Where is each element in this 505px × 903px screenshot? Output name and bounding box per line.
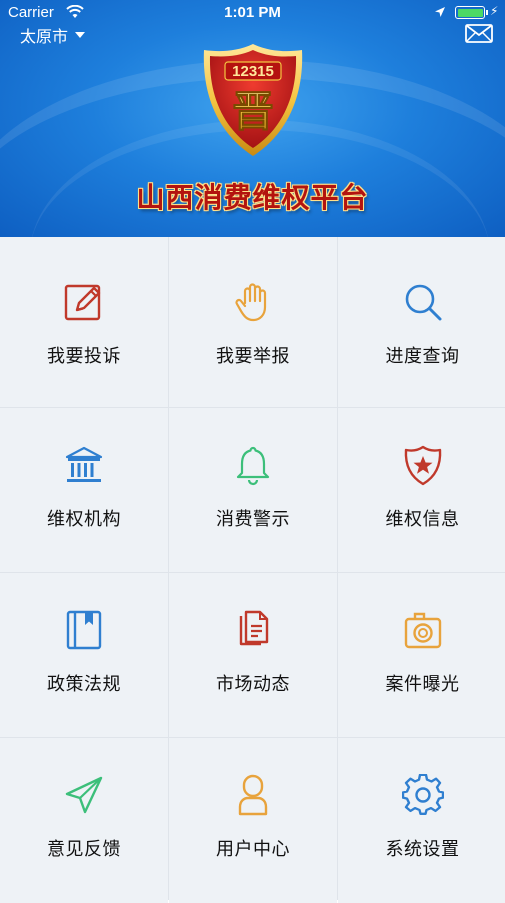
menu-item-system-settings[interactable]: 系统设置 (338, 738, 505, 903)
mail-envelope-icon[interactable] (465, 24, 493, 43)
menu-item-label: 我要举报 (216, 346, 290, 367)
menu-grid: 我要投诉 我要举报 进度查询 维权机构 消费警示 维权信息 政策法规 市场动态 … (0, 237, 505, 903)
battery-icon (455, 6, 485, 19)
charging-bolt-icon: ⚡ (490, 4, 499, 18)
emblem-number: 12315 (232, 63, 274, 80)
raised-hand-icon (232, 281, 274, 323)
menu-item-label: 维权机构 (47, 509, 121, 530)
platform-title: 山西消费维权平台 (136, 181, 369, 214)
menu-item-label: 我要投诉 (47, 346, 121, 367)
menu-item-market-news[interactable]: 市场动态 (169, 573, 337, 737)
emblem-char: 晋 (232, 87, 274, 136)
clock-time: 1:01 PM (224, 4, 281, 21)
star-shield-icon (402, 444, 444, 486)
city-selector[interactable]: 太原市 (20, 23, 86, 47)
menu-item-label: 维权信息 (385, 509, 460, 530)
menu-item-label: 政策法规 (47, 674, 121, 695)
menu-item-label: 消费警示 (216, 509, 290, 530)
emblem-shield-logo: 12315 晋 (203, 44, 303, 156)
menu-item-rights-info[interactable]: 维权信息 (338, 408, 505, 572)
menu-item-report[interactable]: 我要举报 (169, 237, 337, 407)
bell-icon (232, 444, 274, 486)
menu-item-user-center[interactable]: 用户中心 (169, 738, 337, 903)
complaint-pen-icon (63, 281, 105, 323)
menu-item-label: 意见反馈 (47, 839, 121, 860)
menu-item-institutions[interactable]: 维权机构 (0, 408, 168, 572)
menu-item-case-exposure[interactable]: 案件曝光 (338, 573, 505, 737)
user-icon (232, 774, 274, 816)
menu-item-complaint[interactable]: 我要投诉 (0, 237, 168, 407)
institution-building-icon (63, 444, 105, 486)
documents-icon (232, 609, 274, 651)
header-banner: Carrier 1:01 PM ⚡ 太原市 12315 晋 山西消费维权平台 (0, 0, 505, 237)
paper-plane-icon (63, 774, 105, 816)
gear-settings-icon (401, 774, 444, 816)
menu-item-policies[interactable]: 政策法规 (0, 573, 168, 737)
bookmark-book-icon (63, 609, 105, 651)
caret-down-icon (75, 32, 86, 38)
menu-item-progress-query[interactable]: 进度查询 (338, 237, 505, 407)
city-label: 太原市 (20, 27, 69, 46)
location-arrow-icon (435, 7, 445, 17)
battery-tip (486, 10, 488, 15)
menu-item-label: 用户中心 (216, 839, 290, 860)
menu-item-label: 案件曝光 (385, 674, 460, 695)
menu-item-label: 市场动态 (216, 674, 290, 695)
menu-item-consumer-warning[interactable]: 消费警示 (169, 408, 337, 572)
magnifier-search-icon (402, 281, 444, 323)
menu-item-feedback[interactable]: 意见反馈 (0, 738, 168, 903)
camera-icon (402, 609, 444, 651)
menu-item-label: 系统设置 (385, 839, 460, 860)
menu-item-label: 进度查询 (385, 346, 460, 367)
